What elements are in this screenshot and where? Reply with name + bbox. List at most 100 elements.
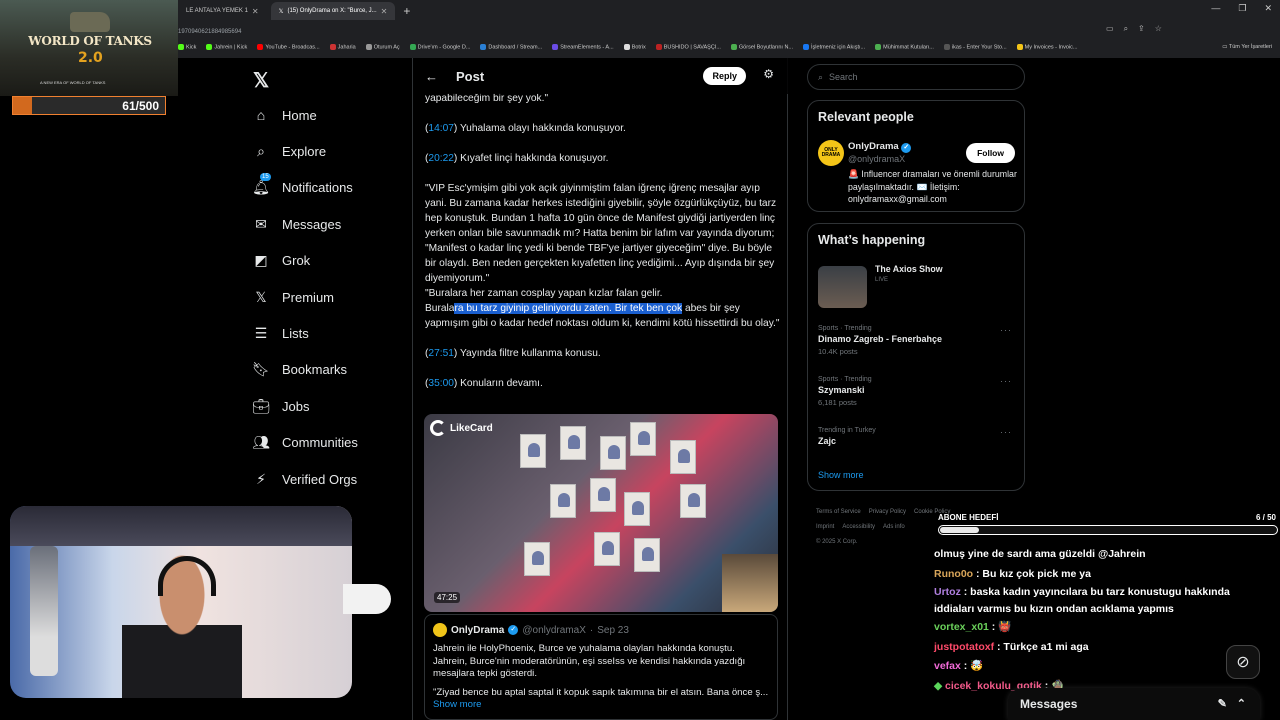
expand-icon[interactable]: ⌃ (1237, 697, 1246, 710)
nav-communities[interactable]: 👥︎ Communities (252, 425, 412, 461)
back-arrow-icon[interactable]: ← (425, 69, 438, 84)
live-show-title[interactable]: The Axios Show (875, 264, 943, 274)
minimize-icon[interactable]: — (1211, 3, 1220, 14)
bookmark-item[interactable]: Mühimmat Kutuları... (875, 44, 934, 56)
nav-jobs[interactable]: 💼︎ Jobs (252, 388, 412, 424)
more-options-icon[interactable]: ··· (1000, 376, 1012, 386)
chat-text: : 👹 (988, 621, 1012, 634)
nav-explore[interactable]: ⌕ Explore (252, 133, 412, 169)
selected-text: ra bu tarz giyinip geliniyordu zaten. Bi… (454, 303, 683, 314)
close-window-icon[interactable]: ✕ (1264, 3, 1272, 14)
timestamp-link[interactable]: 20:22 (428, 153, 454, 164)
live-status: LIVE (875, 277, 889, 283)
more-options-icon[interactable]: ··· (1000, 427, 1012, 437)
more-options-icon[interactable]: ··· (1000, 325, 1012, 335)
timestamp-link[interactable]: 35:00 (428, 378, 454, 389)
address-bar[interactable]: 1970940621884985694 (178, 24, 1098, 40)
bookmark-item[interactable]: Jaharia (329, 44, 356, 56)
bookmark-item[interactable]: Kick (178, 44, 196, 56)
nav-label: Notifications (282, 180, 353, 196)
nav-premium[interactable]: 𝕏 Premium (252, 279, 412, 315)
follow-button[interactable]: Follow (966, 143, 1015, 163)
timestamp-desc: ) Kıyafet linçi hakkında konuşuyor. (453, 153, 609, 164)
bookmark-label: Dashboard / Stream... (488, 44, 543, 51)
footer-link[interactable]: Privacy Policy (869, 509, 906, 515)
close-icon[interactable]: ✕ (381, 7, 388, 16)
nav-messages[interactable]: ✉ Messages (252, 206, 412, 242)
new-tab-button[interactable]: + (403, 2, 410, 20)
bookmark-item[interactable]: Botrix (623, 44, 646, 56)
timestamp-link[interactable]: 27:51 (428, 348, 454, 359)
footer-link[interactable]: Imprint (816, 524, 834, 530)
post-video[interactable]: LikeCard 47:25 (424, 414, 778, 612)
star-icon[interactable]: ☆ (1155, 24, 1162, 34)
overlay-toggle (343, 584, 391, 614)
nav-verified-orgs[interactable]: ⚡︎ Verified Orgs (252, 461, 412, 497)
verified-badge-icon: ✓ (901, 143, 912, 153)
bookmark-item[interactable]: Drive'ım - Google D... (409, 44, 470, 56)
person-bio: 🚨 Influencer dramaları ve önemli durumla… (848, 169, 1017, 204)
nav-label: Verified Orgs (282, 471, 358, 487)
post-column: yapabileceğim bir şey yok." (14:07) Yuha… (412, 58, 788, 720)
bookmark-label: ikas - Enter Your Sto... (951, 44, 1007, 51)
show-more-link[interactable]: Show more (433, 699, 482, 710)
show-more-link[interactable]: Show more (818, 470, 864, 480)
bookmark-item[interactable]: Görsel Boyutlarını N... (730, 44, 793, 56)
bookmark-item[interactable]: StreamElements - A... (552, 44, 614, 56)
quoted-post[interactable]: OnlyDrama ✓ @onlydramaX · Sep 23 Jahrein… (424, 614, 778, 720)
bookmark-label: İşletmeniz için Akıştı... (811, 44, 866, 51)
compose-message-icon[interactable]: ✎ (1218, 697, 1227, 710)
x-logo-icon[interactable]: 𝕏 (253, 68, 269, 93)
timestamp-link[interactable]: 14:07 (428, 123, 454, 134)
chat-message: justpotatoxf : Türkçe a1 mi aga (934, 638, 1254, 658)
nav-lists[interactable]: ☰ Lists (252, 315, 412, 351)
tab-onlydrama[interactable]: 𝕏 (15) OnlyDrama on X: "Burce, J... ✕ (270, 2, 396, 20)
game-progress-text: 61/500 (122, 99, 159, 113)
search-input[interactable]: ⌕ Search (807, 64, 1025, 90)
share-icon[interactable]: ⇪ (1138, 24, 1145, 34)
footer-link[interactable]: Accessibility (842, 524, 875, 530)
nav-label: Explore (282, 144, 327, 160)
trend-item[interactable]: Sports · Trending Szymanski 6,181 posts … (818, 376, 1014, 407)
messages-drawer[interactable]: Messages ✎ ⌃ (1008, 688, 1260, 720)
zoom-icon[interactable]: ⌕ (1124, 24, 1128, 34)
diamond-icon: ◆ (934, 679, 945, 692)
cast-icon[interactable]: ▭ (1106, 24, 1114, 34)
chat-text: olmuş yine de sardı ama güzeldi @Jahrein (934, 548, 1146, 560)
bookmark-item[interactable]: My Invoices - Invoic... (1016, 44, 1078, 56)
nav-grok[interactable]: ◩ Grok (252, 243, 412, 279)
nav-notifications[interactable]: 🔔︎ 15 Notifications (252, 170, 412, 206)
bookmark-item[interactable]: Dashboard / Stream... (480, 44, 542, 56)
quoted-post-text: Jahrein ile HolyPhoenix, Burce ve yuhala… (433, 643, 769, 712)
grok-icon[interactable]: ⊘ (1226, 645, 1260, 679)
tab-antalya[interactable]: LE ANTALYA YEMEK 1 ✕ (178, 2, 267, 20)
toolbar-icons: ▭ ⌕ ⇪ ☆ (1106, 24, 1162, 34)
all-bookmarks[interactable]: ▭ Tüm Yer İşaretleri (1222, 44, 1272, 50)
bookmark-item[interactable]: Jahrein | Kick (206, 44, 247, 56)
bell-icon: 🔔︎ 15 (252, 172, 271, 196)
avatar[interactable]: ONLY DRAMA (818, 140, 844, 166)
nav-home[interactable]: ⌂ Home (252, 97, 412, 133)
chat-username: vortex_x01 (934, 621, 989, 634)
maximize-icon[interactable]: ❐ (1238, 3, 1246, 14)
footer-link[interactable]: Terms of Service (816, 509, 861, 515)
nav-label: Premium (282, 289, 335, 305)
bookmark-item[interactable]: YouTube - Broadcas... (257, 44, 320, 56)
bookmark-item[interactable]: İşletmeniz için Akıştı... (803, 44, 865, 56)
avatar[interactable] (433, 623, 447, 637)
live-show-thumbnail[interactable] (818, 266, 867, 308)
reply-button[interactable]: Reply (703, 67, 746, 85)
quoted-paragraph: Jahrein ile HolyPhoenix, Burce ve yuhala… (433, 643, 746, 679)
adjust-icon[interactable]: ⚙︎ (763, 67, 774, 81)
trend-item[interactable]: Sports · Trending Dinamo Zagreb - Fenerb… (818, 325, 1014, 356)
person-name[interactable]: OnlyDrama ✓ (848, 141, 912, 153)
footer-link[interactable]: Ads info (883, 524, 905, 530)
nav-label: Communities (282, 435, 358, 451)
bookmark-item[interactable]: Oturum Aç (365, 44, 400, 56)
bookmark-item[interactable]: ikas - Enter Your Sto... (943, 44, 1007, 56)
close-icon[interactable]: ✕ (252, 7, 259, 16)
quoted-author-name[interactable]: OnlyDrama (451, 625, 504, 636)
bookmark-item[interactable]: BUSHIDO | SAVAŞÇI... (655, 44, 721, 56)
nav-bookmarks[interactable]: 🔖︎ Bookmarks (252, 352, 412, 388)
trend-item[interactable]: Trending in Turkey Zajc ··· (818, 427, 1014, 446)
